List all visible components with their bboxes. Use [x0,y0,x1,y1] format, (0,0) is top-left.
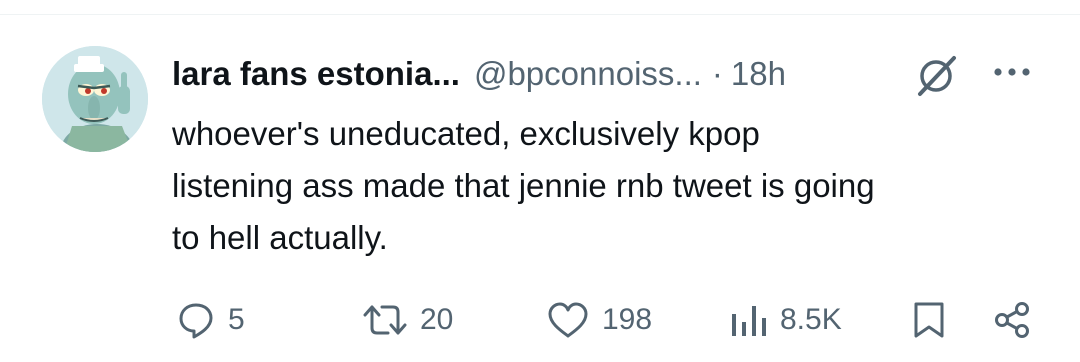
share-button[interactable] [992,292,1032,348]
reply-icon [179,303,213,339]
like-icon [548,302,588,338]
separator-dot: · [711,55,723,92]
like-count: 198 [602,303,653,336]
views-count: 8.5K [780,303,842,336]
avatar-image [42,46,148,152]
bookmark-button[interactable] [912,292,946,348]
avatar[interactable] [42,46,148,152]
tweet-header: lara fans estonia... @bpconnoiss... · 18… [172,52,786,96]
share-icon [995,302,1029,338]
user-handle[interactable]: @bpconnoiss... [474,55,702,93]
retweet-count: 20 [420,303,454,336]
reply-button[interactable]: 5 [176,292,245,348]
retweet-icon [363,305,407,335]
views-button[interactable]: 8.5K [728,292,842,348]
more-icon[interactable] [988,60,1036,84]
bookmark-icon [914,302,944,338]
top-divider [0,14,1080,15]
timestamp[interactable]: 18h [731,55,786,93]
like-button[interactable]: 198 [546,292,652,348]
tweet-text: whoever's uneducated, exclusively kpop l… [172,115,875,256]
views-icon [732,306,766,336]
display-name[interactable]: lara fans estonia... [172,55,460,93]
retweet-button[interactable]: 20 [362,292,453,348]
reply-count: 5 [228,303,245,336]
grok-icon[interactable] [912,52,962,100]
action-bar: 5 20 198 8.5K [0,292,1080,348]
